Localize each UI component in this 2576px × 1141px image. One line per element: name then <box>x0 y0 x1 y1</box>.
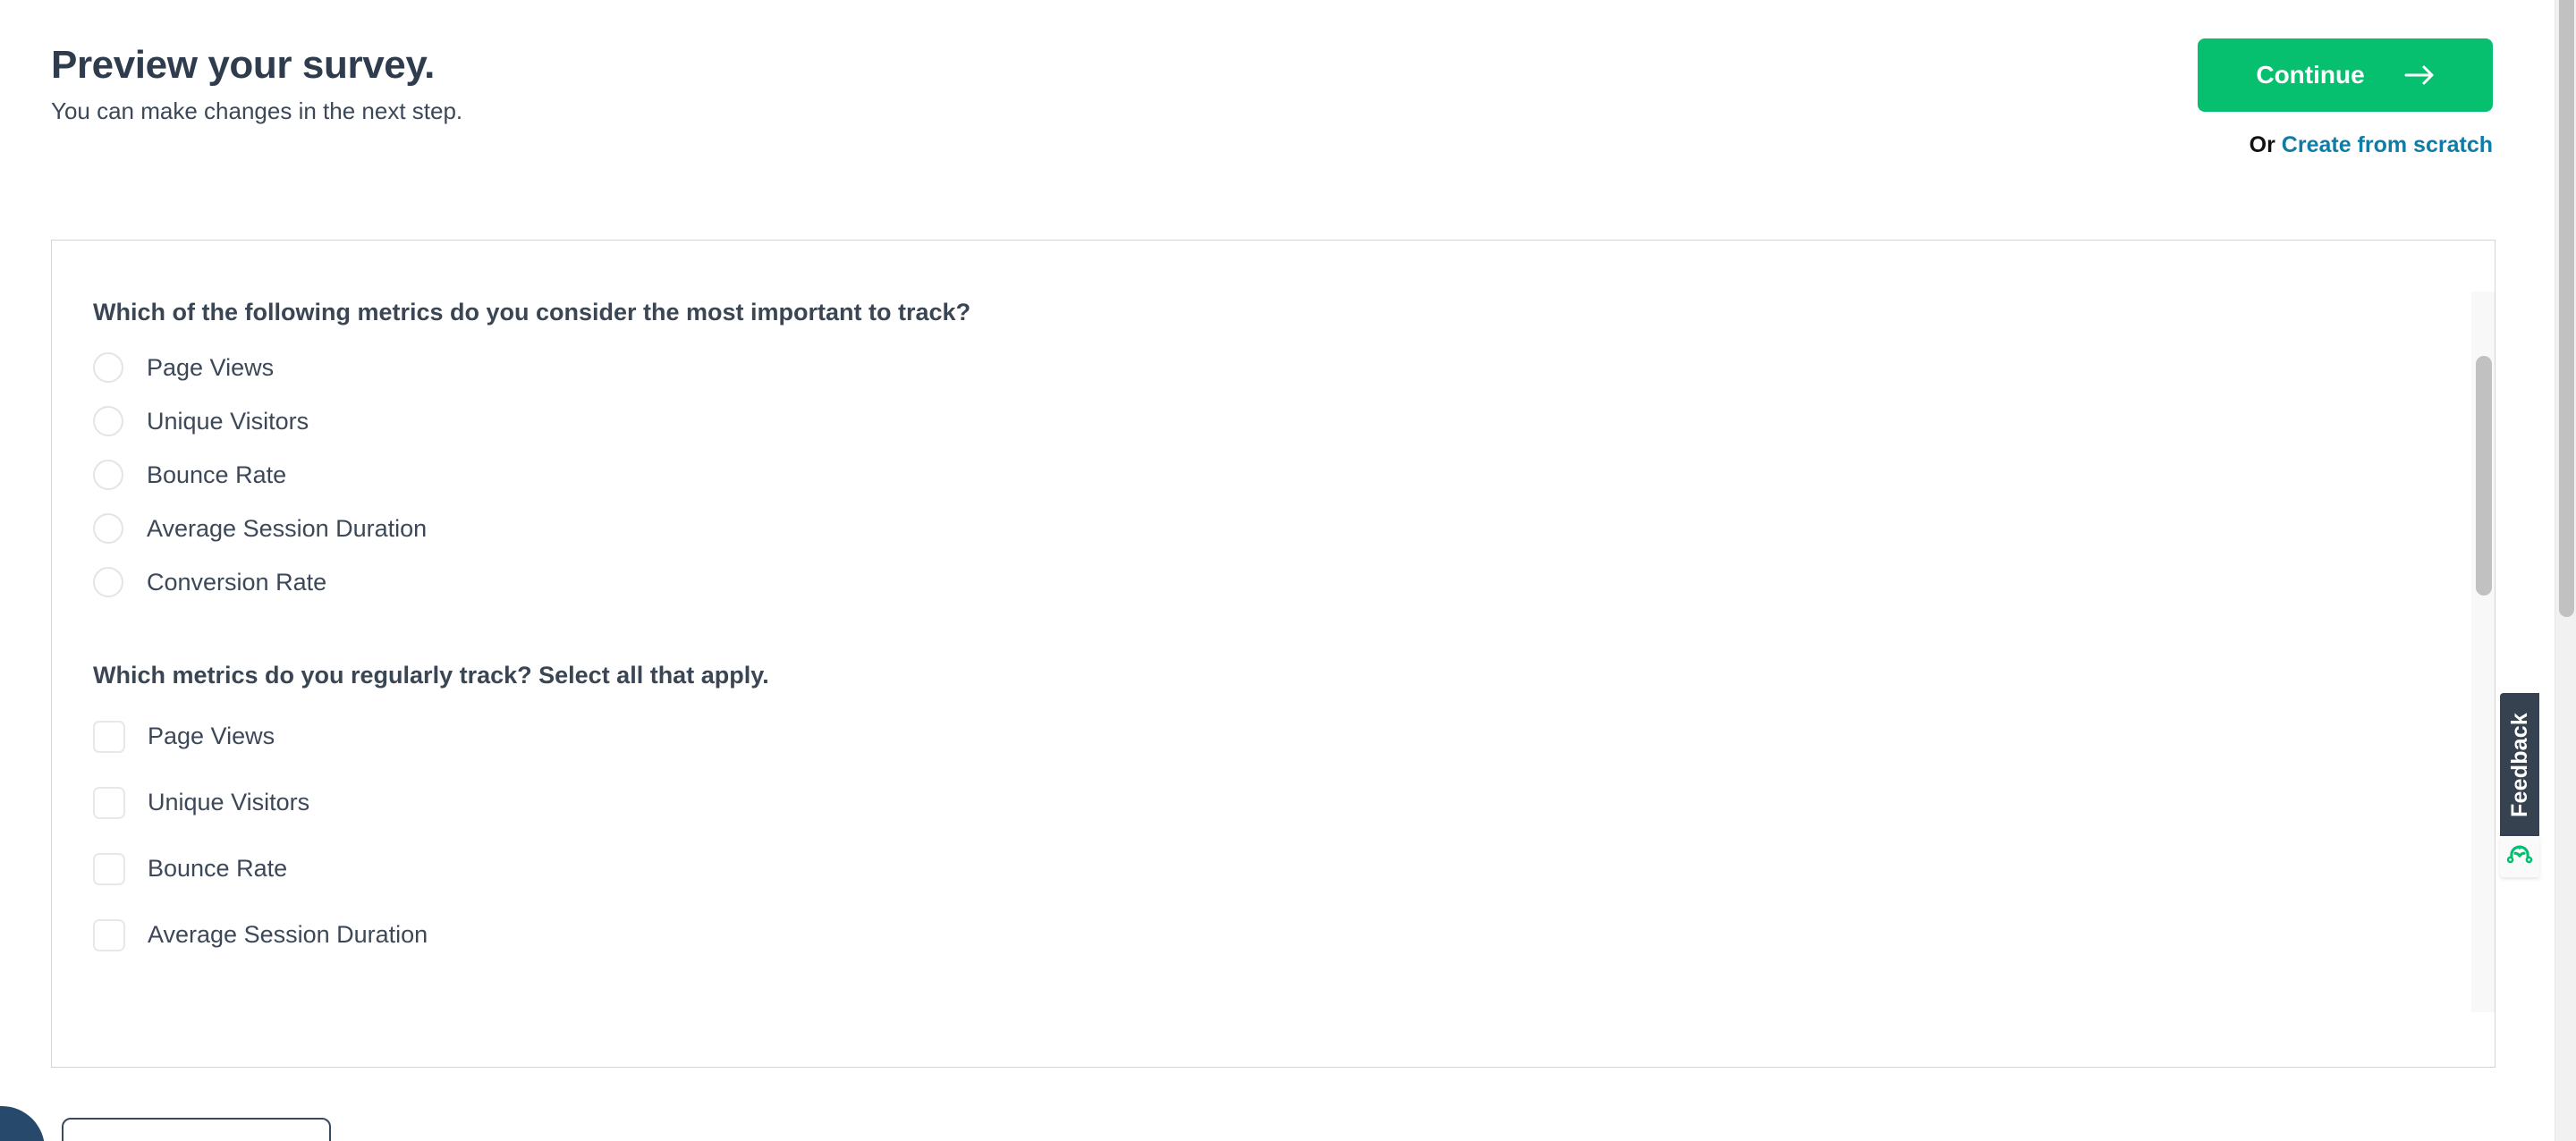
question-block-2: Which metrics do you regularly track? Se… <box>93 661 2453 968</box>
continue-button[interactable]: Continue <box>2198 38 2493 112</box>
checkbox-square-icon[interactable] <box>93 786 125 819</box>
page-scrollbar[interactable] <box>2555 0 2576 1141</box>
feedback-tab[interactable]: Feedback <box>2500 693 2539 836</box>
radio-option-row[interactable]: Unique Visitors <box>93 394 2453 448</box>
page-root: Preview your survey. You can make change… <box>0 0 2576 1141</box>
radio-option-row[interactable]: Bounce Rate <box>93 448 2453 502</box>
feedback-tab-label: Feedback <box>2506 712 2532 817</box>
radio-circle-icon[interactable] <box>93 459 123 490</box>
checkbox-option-row[interactable]: Unique Visitors <box>93 770 2453 836</box>
radio-circle-icon[interactable] <box>93 405 123 436</box>
checkbox-option-row[interactable]: Average Session Duration <box>93 902 2453 968</box>
checkbox-square-icon[interactable] <box>93 852 125 885</box>
checkbox-square-icon[interactable] <box>93 720 125 753</box>
radio-circle-icon[interactable] <box>93 566 123 597</box>
checkbox-option-row[interactable]: Bounce Rate <box>93 836 2453 902</box>
option-label: Bounce Rate <box>147 461 287 488</box>
left-edge-sliver <box>0 0 3 1141</box>
surveymonkey-logo-icon <box>2506 845 2533 869</box>
option-label: Page Views <box>147 353 275 381</box>
question-block-1: Which of the following metrics do you co… <box>93 298 2453 609</box>
survey-body: Which of the following metrics do you co… <box>93 298 2453 985</box>
option-label: Bounce Rate <box>148 855 288 883</box>
radio-option-row[interactable]: Conversion Rate <box>93 555 2453 609</box>
survey-preview-scrollbar[interactable] <box>2471 292 2495 1012</box>
or-row: Or Create from scratch <box>2117 131 2493 158</box>
radio-circle-icon[interactable] <box>93 351 123 383</box>
or-prefix-label: Or <box>2249 132 2275 157</box>
arrow-right-icon <box>2404 64 2435 86</box>
question-spacer <box>93 625 2453 661</box>
create-from-scratch-link[interactable]: Create from scratch <box>2282 132 2493 157</box>
survey-preview-scroll-area[interactable]: Which of the following metrics do you co… <box>52 241 2495 1067</box>
checkbox-square-icon[interactable] <box>93 918 125 951</box>
question-title: Which of the following metrics do you co… <box>93 299 971 325</box>
option-label: Page Views <box>148 723 275 750</box>
option-label: Unique Visitors <box>147 407 309 435</box>
survey-preview-card: Which of the following metrics do you co… <box>51 240 2496 1068</box>
surveymonkey-logo-button[interactable] <box>2500 836 2539 877</box>
page-scrollbar-thumb[interactable] <box>2559 0 2574 617</box>
survey-preview-scrollbar-thumb[interactable] <box>2476 356 2492 596</box>
radio-circle-icon[interactable] <box>93 512 123 544</box>
bottom-secondary-button[interactable] <box>62 1118 331 1141</box>
radio-option-row[interactable]: Page Views <box>93 341 2453 394</box>
header-actions: Continue Or Create from scratch <box>2117 38 2493 158</box>
chat-widget-bubble[interactable] <box>0 1106 45 1141</box>
radio-option-row[interactable]: Average Session Duration <box>93 502 2453 555</box>
option-label: Conversion Rate <box>147 568 327 596</box>
continue-button-label: Continue <box>2256 61 2365 89</box>
checkbox-option-row[interactable]: Page Views <box>93 704 2453 770</box>
question-title: Which metrics do you regularly track? Se… <box>93 661 769 689</box>
option-label: Average Session Duration <box>147 514 428 542</box>
option-label: Unique Visitors <box>148 789 310 816</box>
option-label: Average Session Duration <box>148 921 428 949</box>
